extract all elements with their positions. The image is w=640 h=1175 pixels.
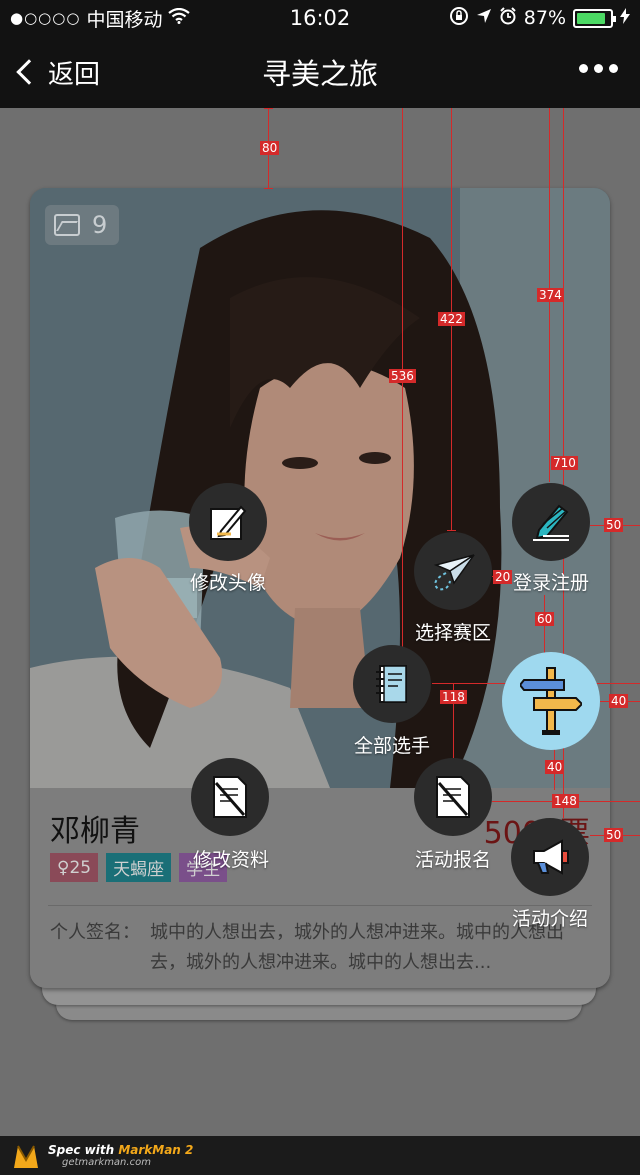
more-dot-icon [609,64,618,73]
spec-dim-label: 118 [440,690,467,704]
contestant-name: 邓柳青 [50,814,140,849]
footer-brand: Spec with MarkMan 2 [48,1143,193,1157]
activity-signup-button[interactable] [414,758,492,836]
tag-gender-age: ♀25 [50,853,99,882]
contestant-info: 邓柳青 5000票 ♀25 天蝎座 学生 个人签名： 城中的人想出去，城外的人想… [30,788,610,988]
photo-count: 9 [92,211,108,239]
signature-label: 个人签名： [50,922,140,943]
photo-count-badge[interactable]: 9 [45,205,119,245]
image-icon [54,214,80,236]
edit-profile-button[interactable] [191,758,269,836]
login-register-label: 登录注册 [512,572,590,594]
pencil-icon [533,504,569,541]
spec-dim-label: 80 [260,141,280,155]
main-menu-button[interactable] [502,652,600,750]
footer-site: getmarkman.com [62,1157,151,1168]
spec-dim-label: 50 [604,518,624,532]
edit-profile-label: 修改资料 [192,849,270,871]
spec-dim-label: 20 [493,570,513,584]
back-button[interactable]: 返回 [14,54,100,91]
spec-dim-label: 422 [438,312,465,326]
activity-intro-label: 活动介绍 [511,908,589,930]
tag-zodiac: 天蝎座 [106,853,172,882]
more-button[interactable] [579,64,618,73]
all-players-button[interactable] [353,645,431,723]
spec-dim-label: 710 [551,456,578,470]
choose-zone-button[interactable] [414,532,492,610]
document-edit-icon [213,776,247,818]
spec-dim-label: 148 [552,794,579,808]
spec-dim-label: 50 [604,828,624,842]
spec-line [402,108,403,683]
spec-tick [264,188,273,189]
signup-form-icon [436,776,470,818]
spec-dim-label: 40 [545,760,565,774]
spec-tick [447,530,456,531]
battery-icon [573,8,616,28]
megaphone-icon [533,839,569,875]
activity-intro-button[interactable] [511,818,589,896]
signature: 个人签名： 城中的人想出去，城外的人想冲进来。城中的人想出去，城外的人想冲进来。… [50,918,590,978]
choose-zone-label: 选择赛区 [414,622,492,644]
status-bar: ●○○○○ 中国移动 16:02 87% [0,0,640,36]
spec-dim-label: 60 [535,612,555,626]
markman-logo-icon [14,1145,38,1168]
spec-tick [264,108,273,109]
markman-footer: Spec with MarkMan 2 getmarkman.com [0,1136,640,1175]
footer-product: MarkMan 2 [118,1143,194,1157]
spec-dim-label: 536 [389,369,416,383]
all-players-label: 全部选手 [353,735,431,757]
more-dot-icon [579,64,588,73]
edit-avatar-button[interactable] [189,483,267,561]
edit-avatar-icon [210,505,247,540]
signpost-icon [520,667,582,735]
edit-avatar-label: 修改头像 [189,572,267,594]
more-dot-icon [594,64,603,73]
notebook-icon [376,665,407,703]
back-label: 返回 [48,59,101,90]
paper-plane-icon [433,554,475,591]
login-register-button[interactable] [512,483,590,561]
chevron-left-icon [16,59,42,85]
spec-dim-label: 374 [537,288,564,302]
footer-spec-with: Spec with [48,1143,115,1157]
status-time: 16:02 [289,6,351,30]
divider [48,905,592,906]
navigation-bar: 返回 寻美之旅 [0,36,640,108]
spec-dim-label: 40 [609,694,629,708]
activity-signup-label: 活动报名 [414,849,492,871]
